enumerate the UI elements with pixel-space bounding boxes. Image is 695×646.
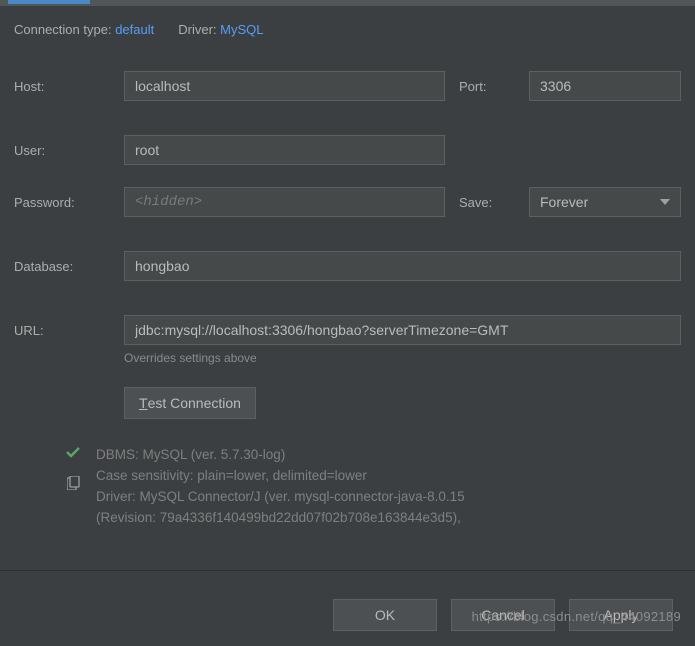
cancel-button[interactable]: Cancel	[451, 599, 555, 631]
test-connection-mnemonic: T	[139, 395, 148, 411]
footer: OK Cancel Apply	[0, 584, 695, 646]
footer-divider	[0, 570, 695, 571]
save-mode-select[interactable]: Forever	[529, 187, 681, 217]
port-input[interactable]	[529, 71, 681, 101]
host-input[interactable]	[124, 71, 445, 101]
password-label: Password:	[14, 195, 110, 210]
content-panel: Connection type: default Driver: MySQL H…	[0, 6, 695, 537]
url-input[interactable]	[124, 315, 681, 345]
status-line-4: (Revision: 79a4336f140499bd22dd07f02b708…	[96, 508, 465, 529]
status-line-1: DBMS: MySQL (ver. 5.7.30-log)	[96, 445, 465, 466]
user-input[interactable]	[124, 135, 445, 165]
apply-button[interactable]: Apply	[569, 599, 673, 631]
test-connection-label-rest: est Connection	[148, 395, 241, 411]
driver-link[interactable]: MySQL	[220, 22, 263, 37]
status-text: DBMS: MySQL (ver. 5.7.30-log) Case sensi…	[96, 445, 465, 529]
form-grid: Host: Port: User: Password: Save: Foreve…	[14, 71, 681, 419]
chevron-down-icon	[660, 199, 670, 205]
status-icons	[64, 445, 82, 490]
driver-label: Driver:	[178, 22, 216, 37]
status-line-3: Driver: MySQL Connector/J (ver. mysql-co…	[96, 487, 465, 508]
password-input[interactable]	[124, 187, 445, 217]
test-connection-button[interactable]: Test Connection	[124, 387, 256, 419]
host-label: Host:	[14, 79, 110, 94]
status-line-2: Case sensitivity: plain=lower, delimited…	[96, 466, 465, 487]
status-row: DBMS: MySQL (ver. 5.7.30-log) Case sensi…	[14, 445, 681, 529]
active-tab-indicator	[8, 0, 90, 4]
save-mode-value: Forever	[540, 194, 588, 210]
connection-type-link[interactable]: default	[115, 22, 154, 37]
ok-button[interactable]: OK	[333, 599, 437, 631]
user-label: User:	[14, 143, 110, 158]
tab-strip	[0, 0, 695, 6]
url-label: URL:	[14, 323, 110, 338]
connection-type-group: Connection type: default	[14, 22, 154, 37]
database-input[interactable]	[124, 251, 681, 281]
meta-row: Connection type: default Driver: MySQL	[14, 22, 681, 37]
check-icon	[66, 447, 80, 458]
url-override-hint: Overrides settings above	[124, 351, 681, 365]
port-label: Port:	[459, 79, 515, 94]
database-label: Database:	[14, 259, 110, 274]
connection-type-label: Connection type:	[14, 22, 112, 37]
driver-group: Driver: MySQL	[178, 22, 263, 37]
copy-icon[interactable]	[67, 476, 80, 490]
save-label: Save:	[459, 195, 515, 210]
